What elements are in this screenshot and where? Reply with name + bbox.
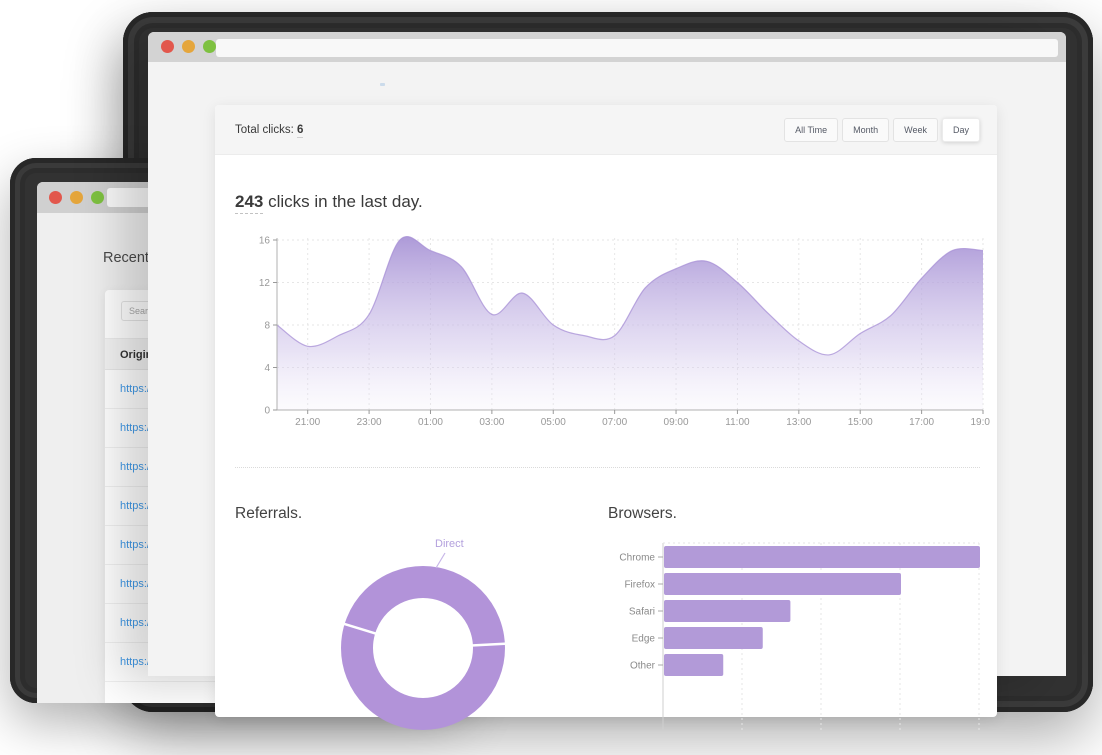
analytics-panel: Total clicks: 6 All Time Month Week Day …: [215, 105, 997, 717]
clicks-headline: 243 clicks in the last day.: [235, 192, 423, 212]
browsers-bar-chart: Chrome Firefox Safari Edge Other: [600, 538, 997, 732]
section-divider: [235, 467, 980, 468]
minimize-button-icon[interactable]: [70, 191, 83, 204]
url-bar[interactable]: [216, 39, 1058, 57]
zoom-button-icon[interactable]: [91, 191, 104, 204]
range-button-month[interactable]: Month: [842, 118, 889, 142]
panel-header: Total clicks: 6 All Time Month Week Day: [215, 105, 997, 155]
range-button-group: All Time Month Week Day: [784, 118, 980, 142]
close-button-icon[interactable]: [161, 40, 174, 53]
svg-text:17:00: 17:00: [909, 417, 934, 428]
svg-text:05:00: 05:00: [541, 417, 566, 428]
donut-segment-label-direct: Direct: [435, 538, 464, 550]
recent-links-heading: Recent: [103, 250, 149, 266]
browsers-heading: Browsers.: [608, 505, 677, 523]
svg-text:23:00: 23:00: [357, 417, 382, 428]
svg-text:19:00: 19:00: [970, 417, 990, 428]
svg-text:4: 4: [264, 363, 270, 374]
svg-text:8: 8: [264, 321, 270, 332]
svg-text:03:00: 03:00: [479, 417, 504, 428]
clicks-area-chart: 0 4 8 12 16 21:00 23:00 01:00 03:00 05:00 07:00 09:…: [250, 233, 990, 433]
range-button-week[interactable]: Week: [893, 118, 938, 142]
svg-text:Firefox: Firefox: [624, 580, 655, 591]
range-button-all-time[interactable]: All Time: [784, 118, 838, 142]
range-button-day[interactable]: Day: [942, 118, 980, 142]
clicks-count: 243: [235, 192, 263, 214]
donut-ring: [330, 535, 560, 750]
total-clicks-value: 6: [297, 124, 303, 138]
referrals-heading: Referrals.: [235, 505, 302, 523]
svg-text:21:00: 21:00: [295, 417, 320, 428]
svg-text:Edge: Edge: [632, 634, 656, 645]
zoom-button-icon[interactable]: [203, 40, 216, 53]
svg-text:Safari: Safari: [629, 607, 655, 618]
svg-text:12: 12: [259, 278, 271, 289]
svg-text:13:00: 13:00: [786, 417, 811, 428]
svg-text:09:00: 09:00: [664, 417, 689, 428]
svg-text:01:00: 01:00: [418, 417, 443, 428]
svg-text:Other: Other: [630, 661, 656, 672]
svg-text:Chrome: Chrome: [619, 553, 655, 564]
svg-text:15:00: 15:00: [848, 417, 873, 428]
close-button-icon[interactable]: [49, 191, 62, 204]
referrals-donut-chart: Direct: [330, 535, 560, 750]
svg-text:16: 16: [259, 236, 271, 247]
main-window: Total clicks: 6 All Time Month Week Day …: [148, 32, 1066, 676]
total-clicks-label: Total clicks: 6: [235, 124, 303, 136]
main-window-titlebar: [148, 32, 1066, 62]
total-clicks-text: Total clicks:: [235, 124, 294, 136]
svg-text:11:00: 11:00: [725, 417, 750, 428]
svg-text:0: 0: [264, 406, 270, 417]
svg-text:07:00: 07:00: [602, 417, 627, 428]
clicks-headline-text: clicks in the last day.: [263, 192, 422, 211]
minimize-button-icon[interactable]: [182, 40, 195, 53]
page-artifact-dot: [380, 83, 385, 86]
